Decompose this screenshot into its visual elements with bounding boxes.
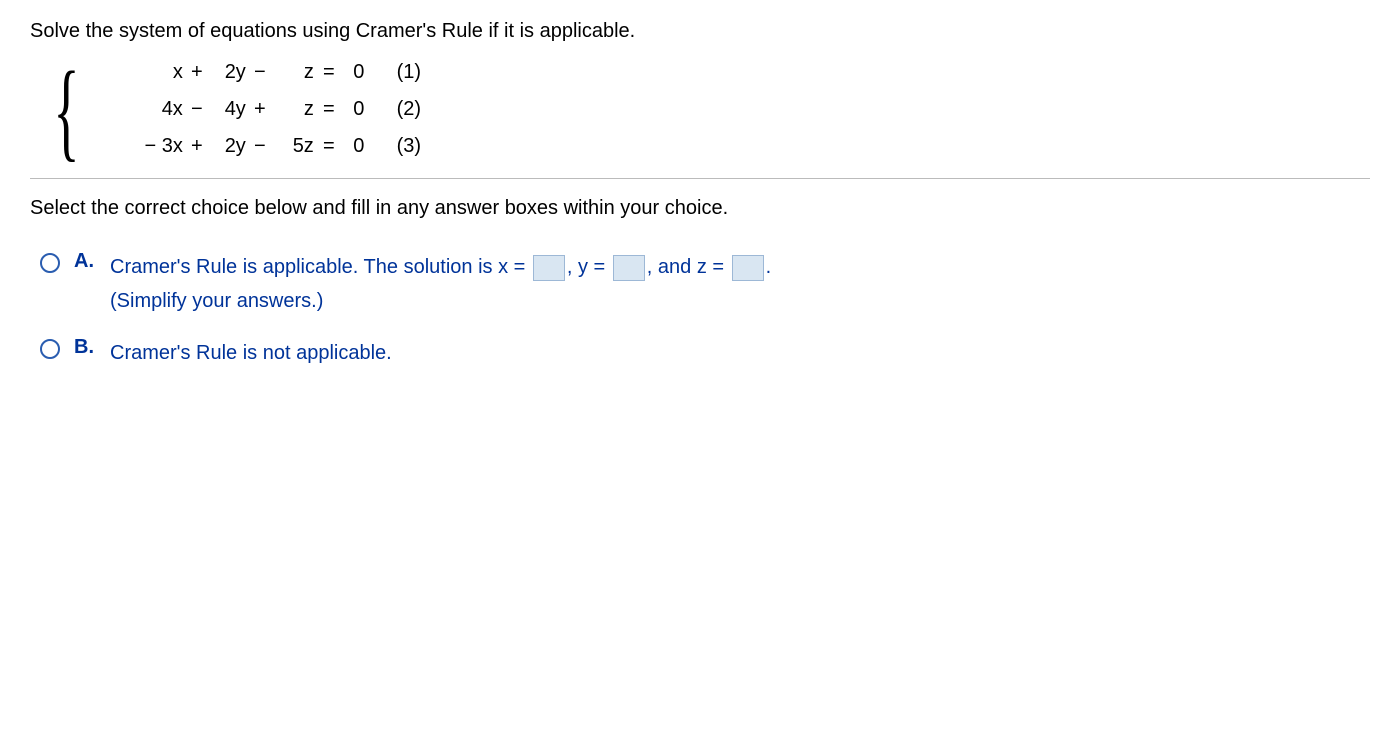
eq-equals: = xyxy=(314,61,344,84)
eq-op: − xyxy=(246,61,274,84)
eq-number: (1) xyxy=(374,61,424,84)
eq-equals: = xyxy=(314,135,344,158)
choice-a-text: , and z = xyxy=(647,256,724,278)
choice-b-content: Cramer's Rule is not applicable. xyxy=(110,336,392,370)
eq-term: 4x xyxy=(128,98,183,121)
choice-a-hint: (Simplify your answers.) xyxy=(110,290,323,312)
eq-term: 2y xyxy=(211,135,246,158)
equation-row: − 3x + 2y − 5z = 0 (3) xyxy=(128,135,424,158)
choice-a-text: , y = xyxy=(567,256,605,278)
equation-system: { x + 2y − z = 0 (1) 4x − 4y + z = 0 (2)… xyxy=(40,61,1370,158)
z-answer-input[interactable] xyxy=(732,255,764,281)
divider xyxy=(30,178,1370,179)
equation-row: x + 2y − z = 0 (1) xyxy=(128,61,424,84)
left-brace-icon: { xyxy=(53,66,79,154)
eq-op: + xyxy=(246,98,274,121)
eq-rhs: 0 xyxy=(344,98,374,121)
eq-op: + xyxy=(183,61,211,84)
eq-number: (3) xyxy=(374,135,424,158)
equation-row: 4x − 4y + z = 0 (2) xyxy=(128,98,424,121)
instruction-text: Select the correct choice below and fill… xyxy=(30,197,1370,220)
radio-a[interactable] xyxy=(40,253,60,273)
eq-equals: = xyxy=(314,98,344,121)
eq-term: z xyxy=(274,98,314,121)
choice-a-text: Cramer's Rule is applicable. The solutio… xyxy=(110,256,525,278)
eq-op: − xyxy=(183,98,211,121)
choices-block: A. Cramer's Rule is applicable. The solu… xyxy=(40,250,1370,370)
eq-term: x xyxy=(128,61,183,84)
eq-rhs: 0 xyxy=(344,61,374,84)
radio-b[interactable] xyxy=(40,339,60,359)
eq-number: (2) xyxy=(374,98,424,121)
choice-b-text: Cramer's Rule is not applicable. xyxy=(110,342,392,364)
eq-term: − 3x xyxy=(128,135,183,158)
y-answer-input[interactable] xyxy=(613,255,645,281)
choice-a-content: Cramer's Rule is applicable. The solutio… xyxy=(110,250,771,318)
question-text: Solve the system of equations using Cram… xyxy=(30,20,1370,43)
choice-b: B. Cramer's Rule is not applicable. xyxy=(40,336,1370,370)
choice-a: A. Cramer's Rule is applicable. The solu… xyxy=(40,250,1370,318)
x-answer-input[interactable] xyxy=(533,255,565,281)
choice-a-label: A. xyxy=(74,250,96,273)
eq-rhs: 0 xyxy=(344,135,374,158)
eq-term: 5z xyxy=(274,135,314,158)
choice-b-label: B. xyxy=(74,336,96,359)
equations-block: x + 2y − z = 0 (1) 4x − 4y + z = 0 (2) −… xyxy=(128,61,424,158)
choice-a-text: . xyxy=(766,256,772,278)
eq-term: 2y xyxy=(211,61,246,84)
eq-term: z xyxy=(274,61,314,84)
eq-op: − xyxy=(246,135,274,158)
eq-op: + xyxy=(183,135,211,158)
eq-term: 4y xyxy=(211,98,246,121)
